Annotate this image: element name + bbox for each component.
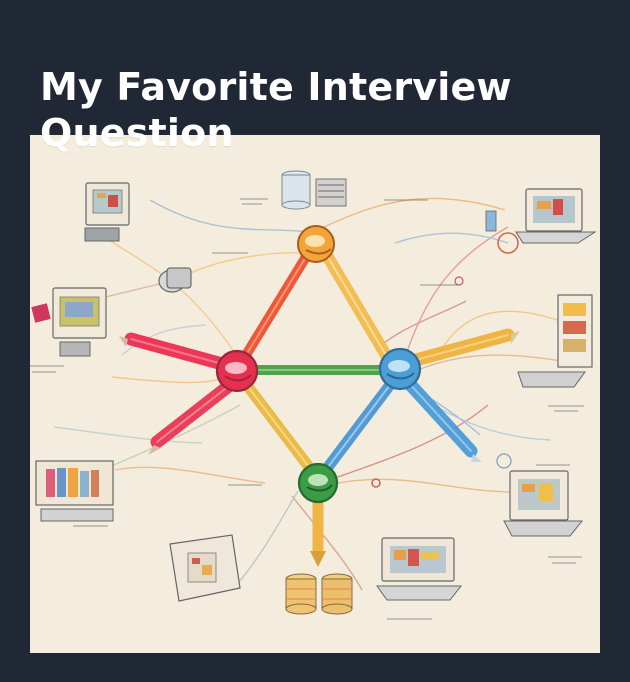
node-bottom-icon xyxy=(297,462,339,504)
node-top-icon xyxy=(297,225,335,263)
network-graph-sketch-icon xyxy=(30,135,600,653)
bookshelf-monitor-icon xyxy=(35,460,114,522)
page-title: My Favorite Interview Question xyxy=(40,65,512,155)
monitor-bottom-center-icon xyxy=(376,537,463,601)
node-right-icon xyxy=(378,347,422,391)
hero-illustration xyxy=(30,135,600,653)
node-left-icon xyxy=(215,349,259,393)
blog-post-header: My Favorite Interview Question xyxy=(0,0,630,682)
